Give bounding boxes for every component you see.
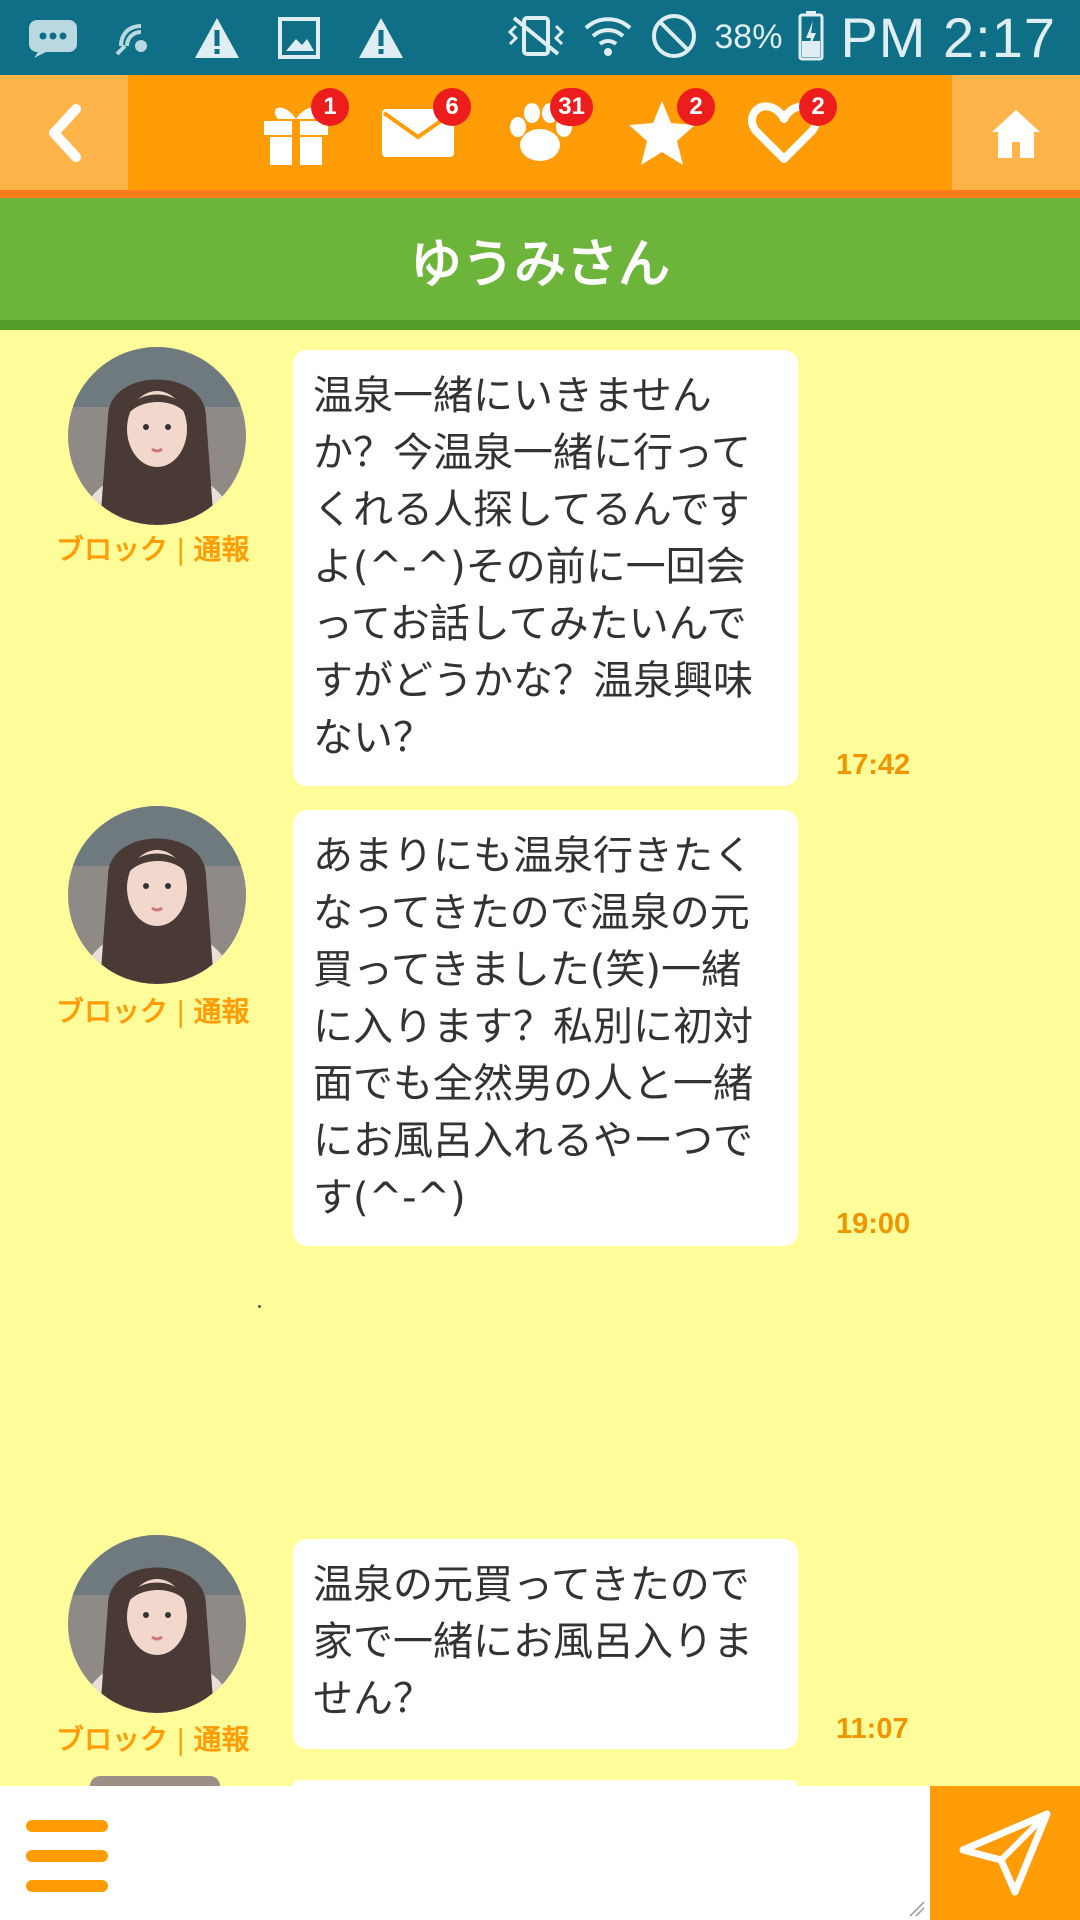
nav-footprint-button[interactable]: 31 [499, 87, 593, 174]
title-bar: ゆうみさん [0, 198, 1080, 320]
wifi-calling-icon [108, 14, 162, 62]
report-link[interactable]: 通報 [193, 533, 249, 566]
stray-dot [258, 1305, 261, 1308]
home-icon [992, 109, 1040, 158]
image-icon [272, 14, 326, 62]
avatar[interactable] [68, 806, 246, 984]
footprint-badge: 31 [550, 87, 593, 126]
page-title: ゆうみさん [409, 234, 670, 295]
wifi-icon [582, 12, 634, 64]
separator: | [176, 1723, 186, 1756]
vibrate-icon [506, 14, 566, 62]
status-bar: 38% PM 2:17 [0, 0, 1080, 75]
chevron-left-icon [49, 103, 81, 162]
battery-percent: 38% [714, 18, 783, 56]
avatar[interactable] [68, 1535, 246, 1713]
avatar [90, 1776, 220, 1786]
gift-badge: 1 [311, 87, 349, 126]
mail-badge: 6 [433, 87, 471, 126]
avatar[interactable] [68, 347, 246, 525]
back-button[interactable] [0, 75, 128, 190]
message-bubble: 温泉の元買ってきたので家で一緒にお風呂入りません？ [293, 1539, 798, 1749]
menu-button[interactable] [26, 1820, 108, 1892]
message-time: 11:07 [836, 1713, 909, 1745]
block-link[interactable]: ブロック [56, 995, 168, 1028]
warning-icon [354, 14, 408, 62]
hamburger-icon [26, 1820, 108, 1832]
send-button[interactable] [930, 1786, 1080, 1920]
block-link[interactable]: ブロック [56, 533, 168, 566]
message-time: 19:00 [836, 1208, 911, 1240]
report-link[interactable]: 通報 [193, 1723, 249, 1756]
block-link[interactable]: ブロック [56, 1723, 168, 1756]
battery-charging-icon [798, 10, 824, 65]
message-time: 17:42 [836, 749, 911, 781]
top-nav: 1 6 31 2 2 [0, 75, 1080, 190]
nav-divider [0, 190, 1080, 198]
nav-like-button[interactable]: 2 [743, 87, 837, 174]
messages-notification-icon [26, 14, 80, 62]
warning-icon [190, 14, 244, 62]
resize-grip-icon[interactable] [908, 1900, 926, 1918]
send-icon [959, 1810, 1051, 1896]
like-badge: 2 [799, 87, 837, 126]
separator: | [176, 533, 186, 566]
nav-mail-button[interactable]: 6 [377, 87, 471, 174]
message-bubble: 温泉一緒にいきませんか？今温泉一緒に行ってくれる人探してるんですよ(^-^)その… [293, 350, 798, 786]
report-link[interactable]: 通報 [193, 995, 249, 1028]
message-input[interactable] [128, 1786, 930, 1920]
do-not-disturb-icon [650, 12, 698, 64]
home-button[interactable] [952, 75, 1080, 190]
separator: | [176, 995, 186, 1028]
title-divider [0, 320, 1080, 330]
clock: PM 2:17 [840, 6, 1056, 69]
nav-gift-button[interactable]: 1 [255, 87, 349, 174]
favorite-badge: 2 [677, 87, 715, 126]
message-bubble: あまりにも温泉行きたくなってきたので温泉の元買ってきました(笑)一緒に入ります？… [293, 810, 798, 1246]
nav-favorite-button[interactable]: 2 [621, 87, 715, 174]
